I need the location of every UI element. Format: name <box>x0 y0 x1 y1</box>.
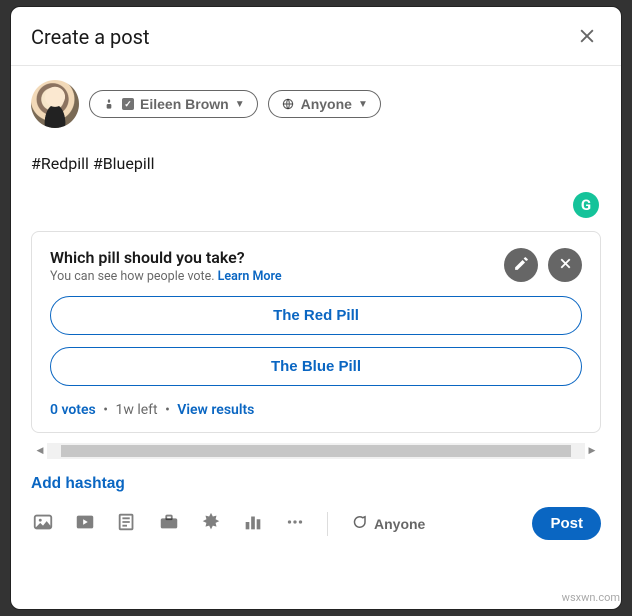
author-name: Eileen Brown <box>140 96 229 112</box>
add-celebrate-button[interactable] <box>199 512 223 536</box>
remove-poll-button[interactable] <box>548 248 582 282</box>
visibility-label: Anyone <box>301 96 352 112</box>
poll-card: Which pill should you take? You can see … <box>31 231 601 433</box>
poll-header: Which pill should you take? You can see … <box>50 248 582 284</box>
scroll-right-arrow[interactable]: ▶ <box>585 444 599 458</box>
video-icon <box>74 511 96 536</box>
close-icon <box>577 26 597 49</box>
poll-footer: 0 votes • 1w left • View results <box>50 402 582 418</box>
poll-learn-more-link[interactable]: Learn More <box>218 269 282 284</box>
add-video-button[interactable] <box>73 512 97 536</box>
bar-chart-icon <box>242 511 264 536</box>
pencil-icon <box>513 255 530 275</box>
checkbox-icon: ✓ <box>122 98 134 110</box>
scroll-track[interactable] <box>47 443 585 459</box>
add-photo-button[interactable] <box>31 512 55 536</box>
visibility-selector-button[interactable]: Anyone ▼ <box>268 90 381 118</box>
avatar[interactable] <box>31 80 79 128</box>
photo-icon <box>32 511 54 536</box>
modal-title: Create a post <box>31 25 150 49</box>
edit-poll-button[interactable] <box>504 248 538 282</box>
add-hashtag-button[interactable]: Add hashtag <box>31 475 125 493</box>
x-icon <box>557 255 574 275</box>
modal-body: ✓ Eileen Brown ▼ Anyone ▼ #Redpill #Blue… <box>11 66 621 609</box>
post-text-input[interactable]: #Redpill #Bluepill <box>31 154 601 173</box>
scroll-thumb[interactable] <box>61 445 571 457</box>
comment-scope-button[interactable]: Anyone <box>350 513 425 534</box>
comment-scope-label: Anyone <box>374 516 425 532</box>
poll-option-2[interactable]: The Blue Pill <box>50 347 582 386</box>
scroll-left-arrow[interactable]: ◀ <box>33 444 47 458</box>
footer-toolbar: Anyone Post <box>31 507 601 546</box>
document-icon <box>116 511 138 536</box>
poll-option-1[interactable]: The Red Pill <box>50 296 582 335</box>
grammarly-icon[interactable]: G <box>573 192 599 218</box>
poll-question: Which pill should you take? <box>50 248 282 267</box>
poll-time-left: 1w left <box>115 402 157 418</box>
horizontal-scrollbar[interactable]: ◀ ▶ <box>31 443 601 459</box>
person-icon <box>102 97 116 111</box>
chevron-down-icon: ▼ <box>235 99 245 110</box>
poll-subtext: You can see how people vote. Learn More <box>50 269 282 284</box>
post-button[interactable]: Post <box>532 507 601 540</box>
create-post-modal: Create a post ✓ Eileen Brown ▼ Any <box>10 6 622 610</box>
poll-votes[interactable]: 0 votes <box>50 402 96 418</box>
close-button[interactable] <box>573 23 601 51</box>
more-tools-button[interactable] <box>283 512 307 536</box>
modal-header: Create a post <box>11 7 621 66</box>
author-selector-button[interactable]: ✓ Eileen Brown ▼ <box>89 90 258 118</box>
add-job-button[interactable] <box>157 512 181 536</box>
globe-icon <box>281 97 295 111</box>
poll-view-results[interactable]: View results <box>177 402 254 418</box>
poll-actions <box>504 248 582 282</box>
add-poll-button[interactable] <box>241 512 265 536</box>
speech-bubble-icon <box>350 513 368 534</box>
more-icon <box>284 511 306 536</box>
toolbar-separator <box>327 512 328 536</box>
chevron-down-icon: ▼ <box>358 99 368 110</box>
add-document-button[interactable] <box>115 512 139 536</box>
author-row: ✓ Eileen Brown ▼ Anyone ▼ <box>31 80 601 128</box>
starburst-icon <box>200 511 222 536</box>
briefcase-icon <box>158 511 180 536</box>
